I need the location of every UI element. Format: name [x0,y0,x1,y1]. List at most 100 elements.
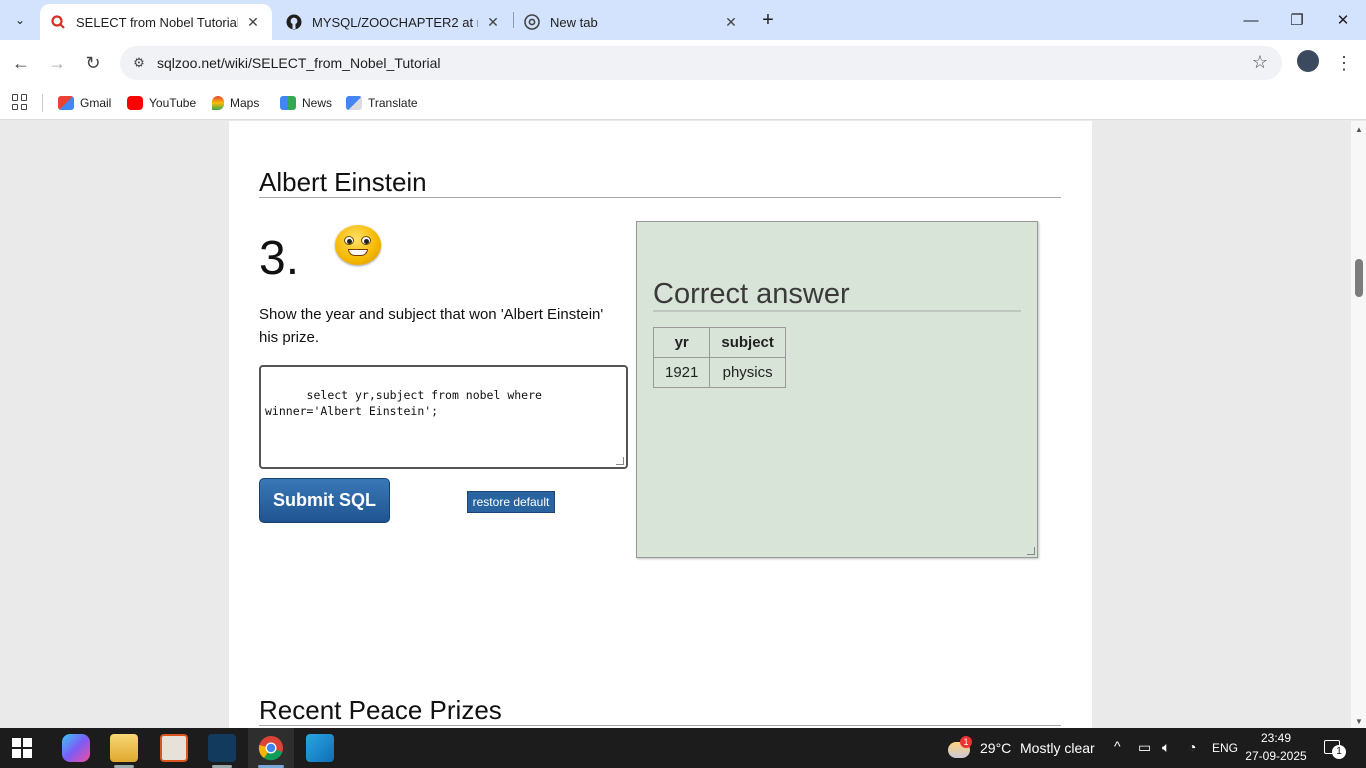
smiley-face-icon [335,225,381,265]
scroll-down-icon[interactable]: ▼ [1355,717,1363,726]
notification-bell-icon[interactable]: 1 [1324,739,1346,759]
bookmarks-bar: Gmail YouTube Maps News Translate [0,86,1366,120]
url-text: sqlzoo.net/wiki/SELECT_from_Nobel_Tutori… [157,55,441,71]
more-vertical-icon: ⋮ [1335,53,1353,73]
bookmark-gmail[interactable]: Gmail [58,93,111,113]
restore-window-icon: ❐ [1290,12,1304,29]
sql-editor[interactable]: select yr,subject from nobel where winne… [259,365,628,469]
maps-pin-icon [212,96,224,110]
bookmark-maps[interactable]: Maps [212,93,259,113]
forward-button[interactable]: → [44,50,70,76]
submit-sql-button[interactable]: Submit SQL [259,478,390,523]
mysql-workbench-icon[interactable] [208,734,236,762]
answer-table: yr subject 1921 physics [652,327,786,388]
address-bar[interactable]: ⚙ sqlzoo.net/wiki/SELECT_from_Nobel_Tuto… [120,46,1282,80]
answer-panel: Correct answer yr subject 1921 physics [636,221,1038,558]
tab-title: SELECT from Nobel Tutorial - SQLZoo [76,14,238,30]
gmail-icon [58,96,74,110]
weather-temperature[interactable]: 29°C [980,740,1011,756]
answer-title-underline [653,310,1021,312]
sql-editor-text: select yr,subject from nobel where winne… [265,388,549,418]
profile-avatar[interactable] [1297,50,1319,72]
minimize-icon: — [1243,11,1259,29]
chrome-menu-button[interactable]: ⋮ [1334,50,1354,76]
answer-title: Correct answer [653,278,850,310]
arrow-left-icon: ← [12,52,30,73]
question-text: Show the year and subject that won 'Albe… [259,306,604,346]
section-heading: Albert Einstein [259,167,427,197]
app-icon[interactable] [160,734,188,762]
chrome-icon [524,14,540,30]
table-row: 1921 physics [652,357,786,388]
plus-icon: + [762,8,774,31]
weather-icon[interactable]: 1 [946,736,972,760]
next-section-heading: Recent Peace Prizes [259,695,502,725]
bookmarks-separator [42,94,43,112]
windows-start-icon[interactable] [12,738,32,758]
scroll-up-icon[interactable]: ▲ [1355,125,1363,134]
arrow-right-icon: → [48,52,66,73]
tab-search-button[interactable]: ⌄ [8,8,32,32]
bookmark-label: Gmail [80,96,112,110]
heading-underline [259,197,1061,198]
language-indicator[interactable]: ENG [1212,741,1238,755]
reload-button[interactable]: ↻ [80,50,106,76]
question-number: 3. [259,232,300,285]
file-explorer-icon[interactable] [110,734,138,762]
sqlzoo-favicon-icon [50,14,66,30]
battery-icon[interactable]: ▭ [1138,739,1151,756]
restore-default-button[interactable]: restore default [467,491,555,513]
browser-toolbar: ← → ↻ ⚙ sqlzoo.net/wiki/SELECT_from_Nobe… [0,40,1366,86]
bookmark-news[interactable]: News [280,93,332,113]
news-icon [280,96,296,110]
chrome-taskbar-button[interactable] [248,728,294,768]
page-content: Albert Einstein 3. Show the year and sub… [229,121,1092,728]
reload-icon: ↻ [85,52,101,73]
table-cell: 1921 [652,357,711,388]
bookmark-translate[interactable]: Translate [346,93,418,113]
clock-date[interactable]: 27-09-2025 [1244,749,1308,763]
translate-icon [346,96,362,110]
tab-github[interactable]: MYSQL/ZOOCHAPTER2 at main ✕ [276,4,512,40]
bookmark-label: News [302,96,333,110]
photos-icon[interactable] [306,734,334,762]
resize-grip-icon[interactable] [616,457,624,465]
restore-window-button[interactable]: ❐ [1274,0,1320,40]
chrome-icon [258,736,283,761]
page-viewport: Albert Einstein 3. Show the year and sub… [0,121,1351,728]
bookmark-youtube[interactable]: YouTube [127,93,196,113]
notification-count: 1 [1332,745,1346,759]
bookmark-label: YouTube [149,96,197,110]
bookmark-star-icon[interactable]: ☆ [1252,52,1268,73]
chevron-down-icon: ⌄ [14,13,26,27]
new-tab-button[interactable]: + [756,8,780,32]
close-tab-icon[interactable]: ✕ [722,13,740,31]
close-tab-icon[interactable]: ✕ [484,13,502,31]
weather-description[interactable]: Mostly clear [1020,740,1095,756]
tab-new-tab[interactable]: New tab ✕ [514,4,750,40]
tab-sqlzoo[interactable]: SELECT from Nobel Tutorial - SQLZoo ✕ [40,4,272,40]
column-header: subject [709,327,786,358]
table-cell: physics [709,357,786,388]
back-button[interactable]: ← [8,50,34,76]
volume-icon[interactable]: 🔈︎ [1162,739,1170,756]
close-tab-icon[interactable]: ✕ [244,13,262,31]
chevron-up-icon[interactable]: ^ [1114,738,1121,754]
bookmark-label: Maps [230,96,260,110]
copilot-icon[interactable] [62,734,90,762]
tab-title: MYSQL/ZOOCHAPTER2 at main [312,14,478,30]
clock-time[interactable]: 23:49 [1248,731,1304,745]
scrollbar-thumb[interactable] [1355,259,1363,297]
column-header: yr [652,327,711,358]
page-scrollbar[interactable]: ▲ ▼ [1351,121,1366,728]
close-icon: ✕ [1336,12,1350,29]
apps-grid-icon[interactable] [12,94,28,110]
table-header-row: yr subject [652,327,786,358]
close-window-button[interactable]: ✕ [1320,0,1366,40]
site-settings-icon[interactable]: ⚙ [130,54,148,72]
bookmark-label: Translate [368,96,418,110]
minimize-button[interactable]: — [1228,0,1274,40]
resize-grip-icon[interactable] [1027,547,1035,555]
wifi-icon[interactable]: ◔ [1188,739,1196,755]
github-icon [286,14,302,30]
